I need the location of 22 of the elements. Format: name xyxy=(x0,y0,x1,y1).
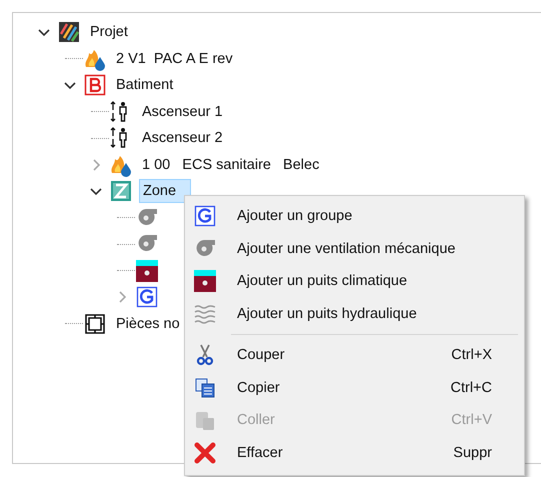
menu-item[interactable]: Ajouter un puits hydraulique xyxy=(187,298,522,330)
tree-item[interactable]: 2 V1 PAC A E rev xyxy=(113,48,236,70)
project-icon xyxy=(57,20,81,44)
floor-plan-icon xyxy=(83,312,107,336)
tree-item[interactable]: Pièces no xyxy=(113,312,183,335)
delete-icon xyxy=(193,440,217,465)
tree-item[interactable]: Projet xyxy=(87,21,131,44)
copy-icon xyxy=(193,376,217,400)
group-g-icon xyxy=(193,204,217,228)
zone-z-icon xyxy=(109,179,133,204)
well-icon xyxy=(193,269,217,294)
menu-item[interactable]: Ajouter un puits climatique xyxy=(187,265,522,298)
menu-item[interactable]: Couper Ctrl+X xyxy=(187,339,522,372)
tree-item[interactable]: Ascenseur 1 xyxy=(139,100,226,123)
tree-item[interactable]: Ascenseur 2 xyxy=(139,127,226,150)
menu-item[interactable]: Copier Ctrl+C xyxy=(187,372,522,404)
tree-item[interactable]: 1 00 ECS sanitaire Belec xyxy=(139,154,322,176)
tree-item[interactable]: Zone xyxy=(139,179,191,204)
menu-item[interactable]: Ajouter une ventilation mécanique xyxy=(187,232,522,265)
building-b-icon xyxy=(83,73,107,98)
menu-item[interactable]: Effacer Suppr xyxy=(187,436,522,469)
tree-item[interactable]: Batiment xyxy=(113,74,176,96)
